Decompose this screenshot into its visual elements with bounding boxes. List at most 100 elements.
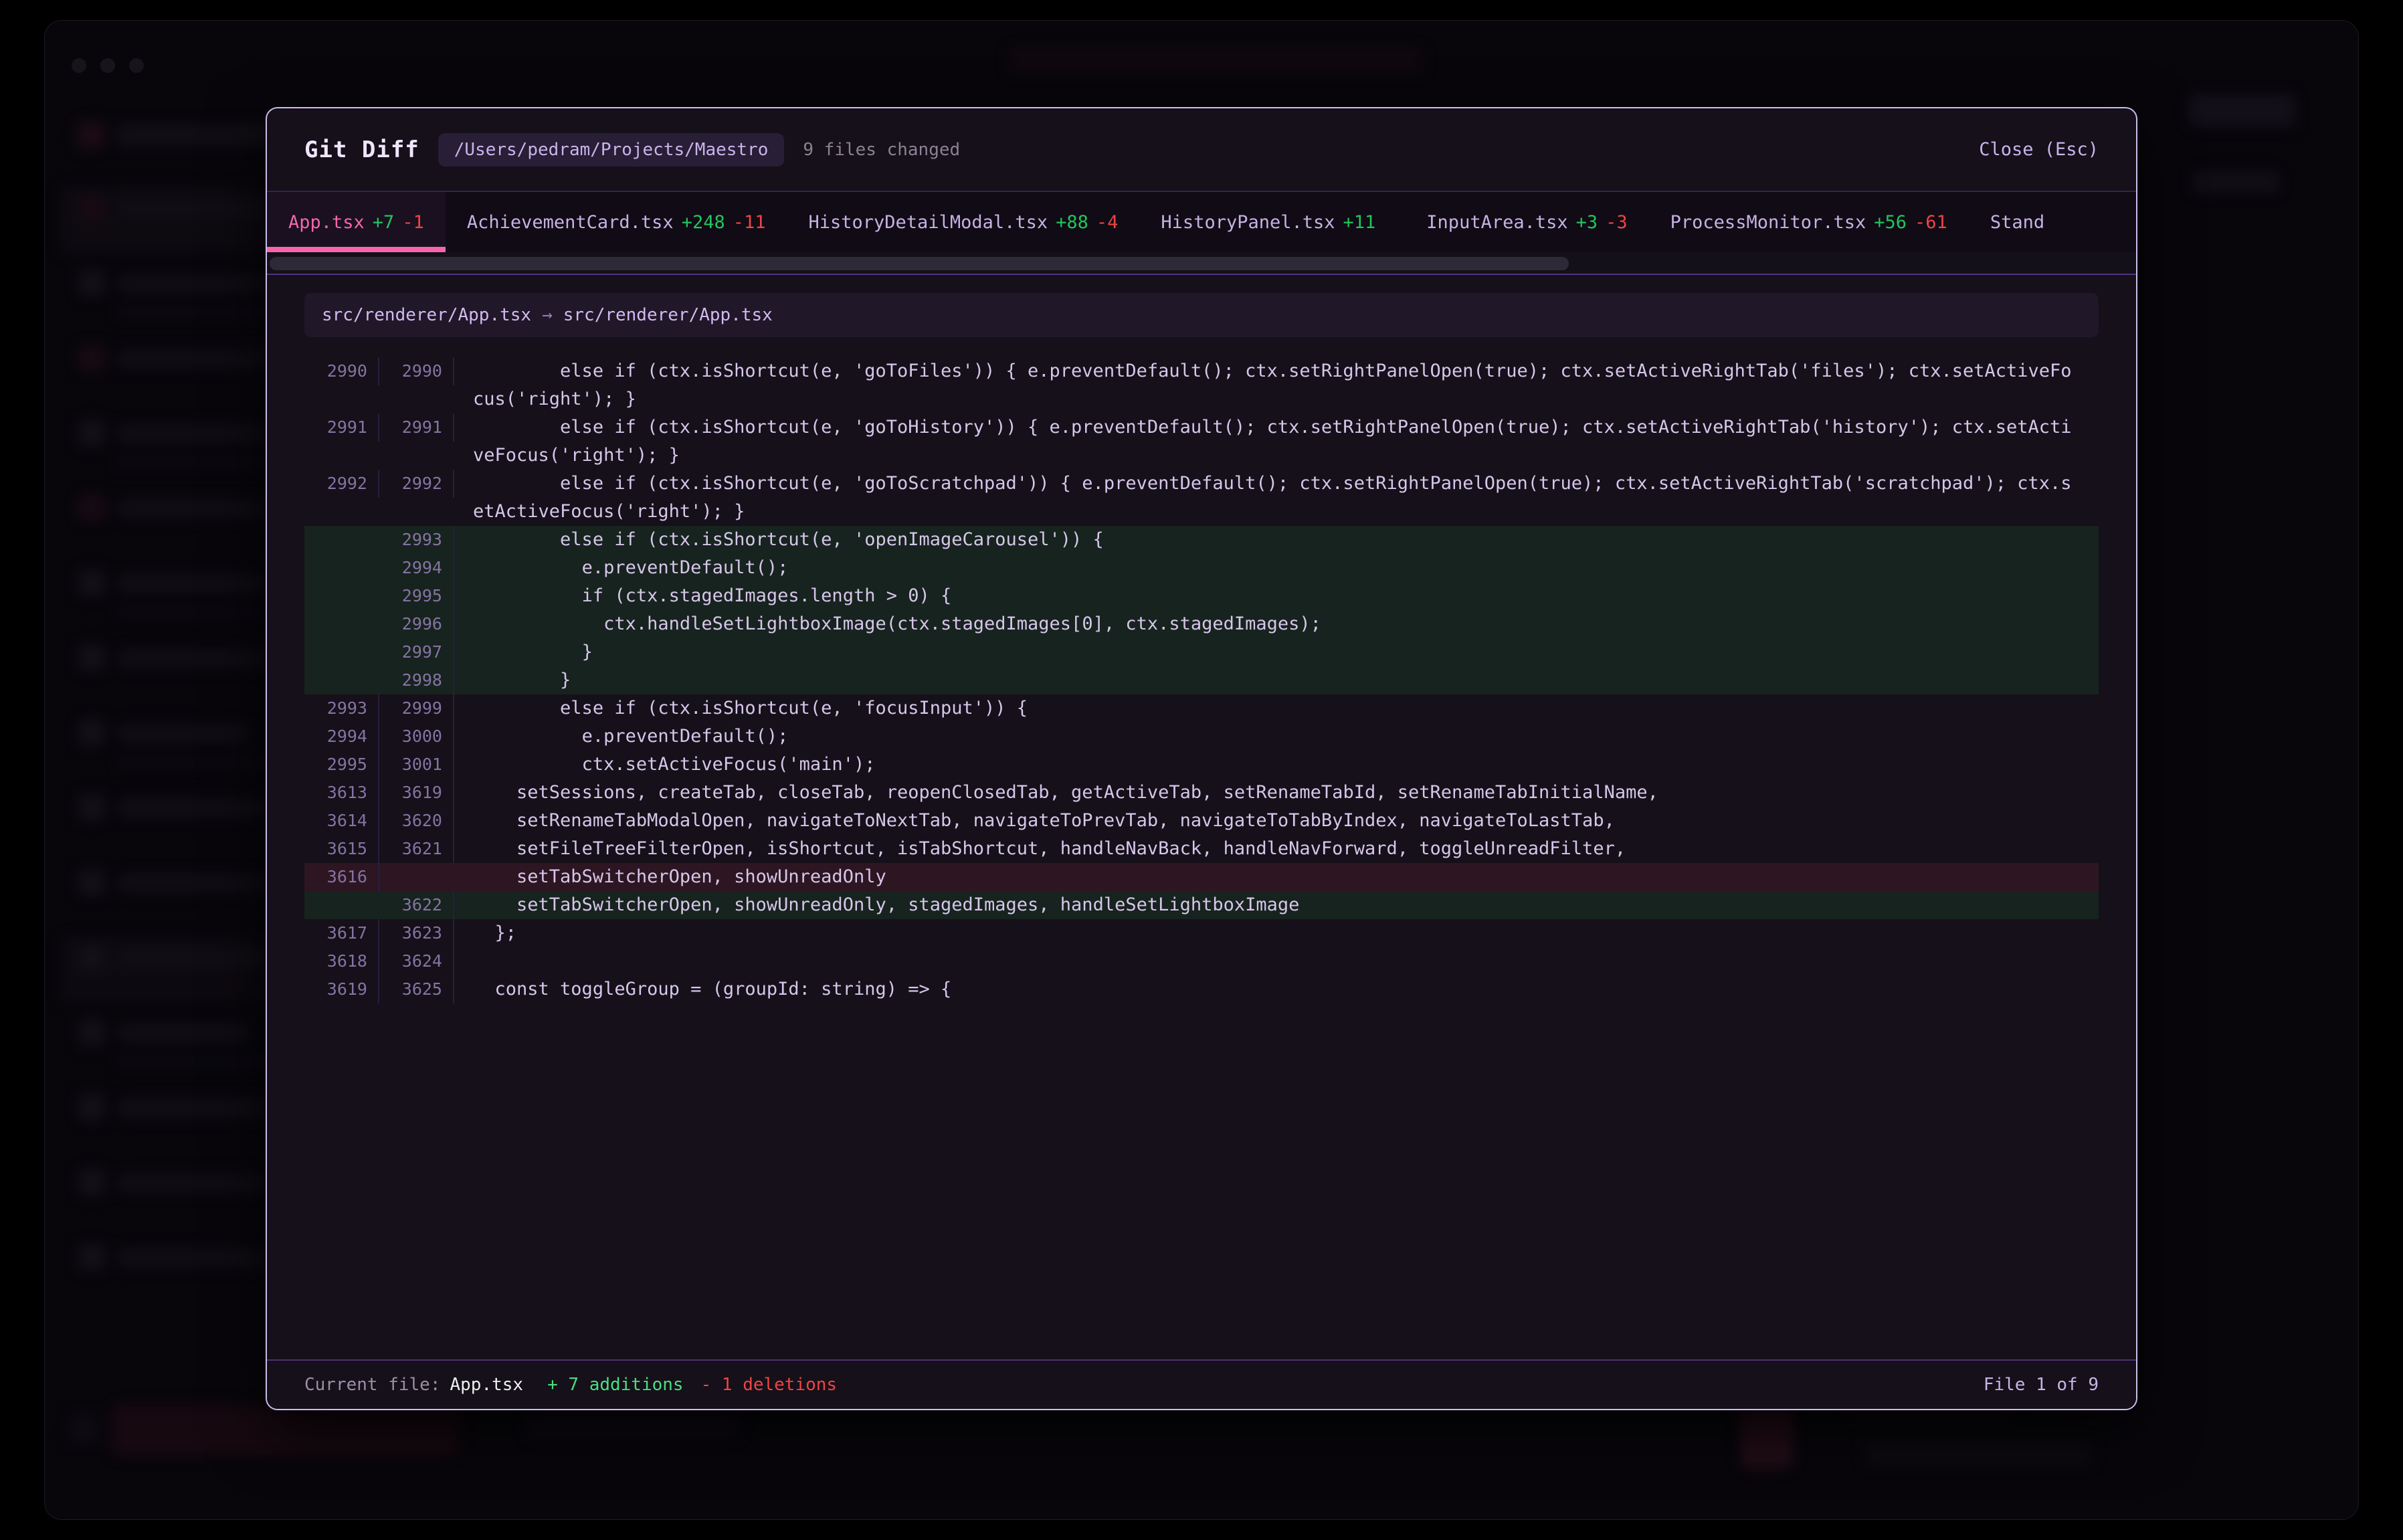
code-line: ctx.handleSetLightboxImage(ctx.stagedIma… [454, 610, 2073, 638]
new-line-number: 3000 [379, 723, 454, 751]
file-position-indicator: File 1 of 9 [1984, 1375, 2099, 1395]
tab-scrollbar-thumb[interactable] [270, 257, 1569, 270]
diff-row: 2994 3000 e.preventDefault(); [304, 723, 2099, 751]
old-line-number: 2990 [304, 357, 379, 385]
diff-row: 3619 3625 const toggleGroup = (groupId: … [304, 975, 2099, 1003]
footer-additions: + 7 additions [547, 1375, 684, 1395]
old-line-number: 3616 [304, 863, 379, 891]
new-line-number: 3619 [379, 779, 454, 807]
new-line-number: 3621 [379, 835, 454, 863]
old-line-number: 3617 [304, 919, 379, 947]
old-line-number: 3619 [304, 975, 379, 1003]
diff-row: 2992 2992 else if (ctx.isShortcut(e, 'go… [304, 470, 2099, 526]
old-line-number: 2994 [304, 723, 379, 751]
tab-label: HistoryDetailModal.tsx [809, 212, 1048, 233]
code-line: setRenameTabModalOpen, navigateToNextTab… [454, 807, 2073, 835]
diff-row-removed: 3616 setTabSwitcherOpen, showUnreadOnly [304, 863, 2099, 891]
diff-row-added: 2993 else if (ctx.isShortcut(e, 'openIma… [304, 526, 2099, 554]
diff-row: 2993 2999 else if (ctx.isShortcut(e, 'fo… [304, 694, 2099, 723]
file-path-header: src/renderer/App.tsx → src/renderer/App.… [304, 293, 2099, 337]
old-line-number: 3613 [304, 779, 379, 807]
arrow-right-icon: → [542, 305, 553, 325]
tab-label: App.tsx [288, 212, 365, 233]
code-line: setSessions, createTab, closeTab, reopen… [454, 779, 2073, 807]
modal-header: Git Diff /Users/pedram/Projects/Maestro … [267, 108, 2136, 192]
new-line-number: 3001 [379, 751, 454, 779]
code-line: else if (ctx.isShortcut(e, 'focusInput')… [454, 694, 2073, 723]
old-line-number: 2991 [304, 413, 379, 442]
diff-row: 2995 3001 ctx.setActiveFocus('main'); [304, 751, 2099, 779]
new-line-number: 3624 [379, 947, 454, 975]
new-line-number: 2999 [379, 694, 454, 723]
close-button[interactable]: Close (Esc) [1979, 139, 2099, 160]
tab-stand-truncated[interactable]: Stand [1969, 192, 2066, 252]
footer-deletions: - 1 deletions [701, 1375, 838, 1395]
new-file-path: src/renderer/App.tsx [563, 305, 773, 325]
new-line-number: 2993 [379, 526, 454, 554]
tab-deletions: -61 [1915, 212, 1947, 233]
modal-footer: Current file: App.tsx + 7 additions - 1 … [267, 1359, 2136, 1409]
diff-row-added: 2998 } [304, 666, 2099, 694]
diff-row-added: 3622 setTabSwitcherOpen, showUnreadOnly,… [304, 891, 2099, 919]
new-line-number: 2994 [379, 554, 454, 582]
file-tab-bar: App.tsx +7 -1 AchievementCard.tsx +248 -… [267, 192, 2136, 252]
tab-additions: +11 [1343, 212, 1376, 233]
modal-title: Git Diff [304, 136, 419, 163]
diff-viewer: 2990 2990 else if (ctx.isShortcut(e, 'go… [304, 357, 2099, 1003]
old-line-number: 2992 [304, 470, 379, 498]
tab-app-tsx[interactable]: App.tsx +7 -1 [267, 192, 446, 252]
code-line: } [454, 638, 2073, 666]
code-line: setTabSwitcherOpen, showUnreadOnly [454, 863, 2073, 891]
diff-row: 3614 3620 setRenameTabModalOpen, navigat… [304, 807, 2099, 835]
old-line-number: 3618 [304, 947, 379, 975]
tab-deletions: -3 [1606, 212, 1628, 233]
diff-row: 3613 3619 setSessions, createTab, closeT… [304, 779, 2099, 807]
tab-historypanel-tsx[interactable]: HistoryPanel.tsx +11 [1139, 192, 1405, 252]
old-line-number: 3615 [304, 835, 379, 863]
code-line: setFileTreeFilterOpen, isShortcut, isTab… [454, 835, 2073, 863]
tab-additions: +88 [1056, 212, 1088, 233]
new-line-number: 2992 [379, 470, 454, 498]
tab-inputarea-tsx[interactable]: InputArea.tsx +3 -3 [1405, 192, 1648, 252]
tab-processmonitor-tsx[interactable]: ProcessMonitor.tsx +56 -61 [1649, 192, 1969, 252]
tab-label: InputArea.tsx [1426, 212, 1567, 233]
tab-achievementcard-tsx[interactable]: AchievementCard.tsx +248 -11 [446, 192, 787, 252]
tab-deletions: -4 [1096, 212, 1119, 233]
diff-row-added: 2996 ctx.handleSetLightboxImage(ctx.stag… [304, 610, 2099, 638]
diff-row-added: 2995 if (ctx.stagedImages.length > 0) { [304, 582, 2099, 610]
diff-row-added: 2997 } [304, 638, 2099, 666]
code-line: else if (ctx.isShortcut(e, 'goToHistory'… [454, 413, 2073, 470]
old-line-number: 2993 [304, 694, 379, 723]
diff-row: 2991 2991 else if (ctx.isShortcut(e, 'go… [304, 413, 2099, 470]
tab-additions: +248 [682, 212, 725, 233]
code-line: if (ctx.stagedImages.length > 0) { [454, 582, 2073, 610]
new-line-number: 3620 [379, 807, 454, 835]
tab-additions: +7 [373, 212, 395, 233]
diff-row: 2990 2990 else if (ctx.isShortcut(e, 'go… [304, 357, 2099, 413]
new-line-number: 2990 [379, 357, 454, 385]
current-file-label: Current file: [304, 1375, 441, 1395]
tab-deletions: -11 [733, 212, 766, 233]
tab-scrollbar [267, 252, 2136, 275]
code-line: e.preventDefault(); [454, 723, 2073, 751]
git-diff-modal: Git Diff /Users/pedram/Projects/Maestro … [266, 107, 2137, 1410]
project-path-badge: /Users/pedram/Projects/Maestro [438, 133, 785, 167]
code-line: else if (ctx.isShortcut(e, 'openImageCar… [454, 526, 2073, 554]
current-file-name: App.tsx [450, 1375, 524, 1395]
new-line-number: 2998 [379, 666, 454, 694]
tab-label: HistoryPanel.tsx [1161, 212, 1335, 233]
new-line-number: 2991 [379, 413, 454, 442]
tab-additions: +56 [1874, 212, 1907, 233]
diff-row-added: 2994 e.preventDefault(); [304, 554, 2099, 582]
old-line-number: 3614 [304, 807, 379, 835]
diff-row: 3615 3621 setFileTreeFilterOpen, isShort… [304, 835, 2099, 863]
tab-deletions: -1 [402, 212, 424, 233]
code-line: else if (ctx.isShortcut(e, 'goToFiles'))… [454, 357, 2073, 413]
code-line: const toggleGroup = (groupId: string) =>… [454, 975, 2073, 1003]
diff-row: 3618 3624 [304, 947, 2099, 975]
tab-historydetailmodal-tsx[interactable]: HistoryDetailModal.tsx +88 -4 [787, 192, 1140, 252]
tab-label: AchievementCard.tsx [467, 212, 674, 233]
code-line: }; [454, 919, 2073, 947]
diff-body: src/renderer/App.tsx → src/renderer/App.… [267, 275, 2136, 1003]
diff-row: 3617 3623 }; [304, 919, 2099, 947]
